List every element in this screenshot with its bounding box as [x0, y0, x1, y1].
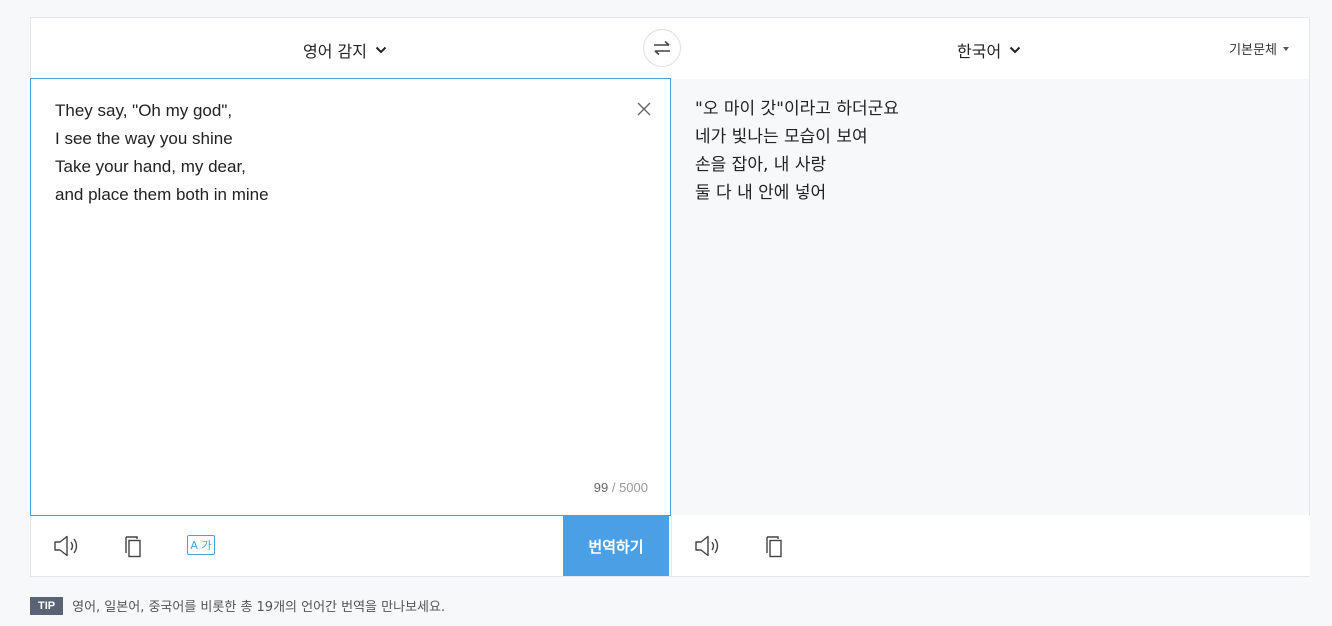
source-text-area[interactable]: They say, "Oh my god", I see the way you…: [30, 78, 671, 516]
char-count: 99 / 5000: [594, 480, 648, 495]
speaker-icon: [695, 535, 719, 557]
chevron-down-icon: [1009, 46, 1021, 54]
language-bar: 영어 감지 한국어 기본문체: [31, 18, 1309, 80]
hanja-toggle-button[interactable]: A 가: [187, 535, 215, 555]
target-language-label: 한국어: [957, 42, 1002, 61]
translate-button[interactable]: 번역하기: [563, 516, 669, 576]
target-copy-button[interactable]: [760, 533, 788, 559]
tip-bar: TIP 영어, 일본어, 중국어를 비롯한 총 19개의 언어간 번역을 만나보…: [30, 596, 445, 615]
source-language-label: 영어 감지: [303, 42, 367, 61]
source-language-select[interactable]: 영어 감지: [303, 38, 387, 62]
source-copy-button[interactable]: [119, 533, 147, 559]
speaker-icon: [54, 535, 78, 557]
copy-icon: [766, 536, 782, 558]
target-toolbar: [671, 516, 1310, 576]
copy-icon: [125, 536, 141, 558]
tip-badge: TIP: [30, 596, 64, 615]
target-language-select[interactable]: 한국어: [957, 38, 1021, 62]
char-count-limit: / 5000: [611, 480, 648, 495]
swap-languages-button[interactable]: [643, 29, 681, 67]
source-listen-button[interactable]: [53, 533, 81, 559]
chevron-down-icon: [375, 46, 387, 54]
tip-text: 영어, 일본어, 중국어를 비롯한 총 19개의 언어간 번역을 만나보세요.: [72, 600, 446, 615]
close-icon[interactable]: [636, 101, 652, 117]
target-text-area: "오 마이 갓"이라고 하더군요 네가 빛나는 모습이 보여 손을 잡아, 내 …: [671, 79, 1309, 515]
source-toolbar: A 가 번역하기: [31, 516, 669, 576]
caret-down-icon: [1283, 46, 1289, 51]
char-count-current: 99: [593, 480, 609, 495]
target-listen-button[interactable]: [694, 533, 722, 559]
source-text[interactable]: They say, "Oh my god", I see the way you…: [55, 97, 615, 209]
style-select[interactable]: 기본문체: [1229, 39, 1289, 58]
translator-panel: 영어 감지 한국어 기본문체 They say, "Oh my god", I …: [30, 17, 1310, 577]
swap-icon: [654, 40, 670, 56]
style-select-label: 기본문체: [1229, 43, 1277, 58]
translated-text: "오 마이 갓"이라고 하더군요 네가 빛나는 모습이 보여 손을 잡아, 내 …: [695, 99, 899, 203]
